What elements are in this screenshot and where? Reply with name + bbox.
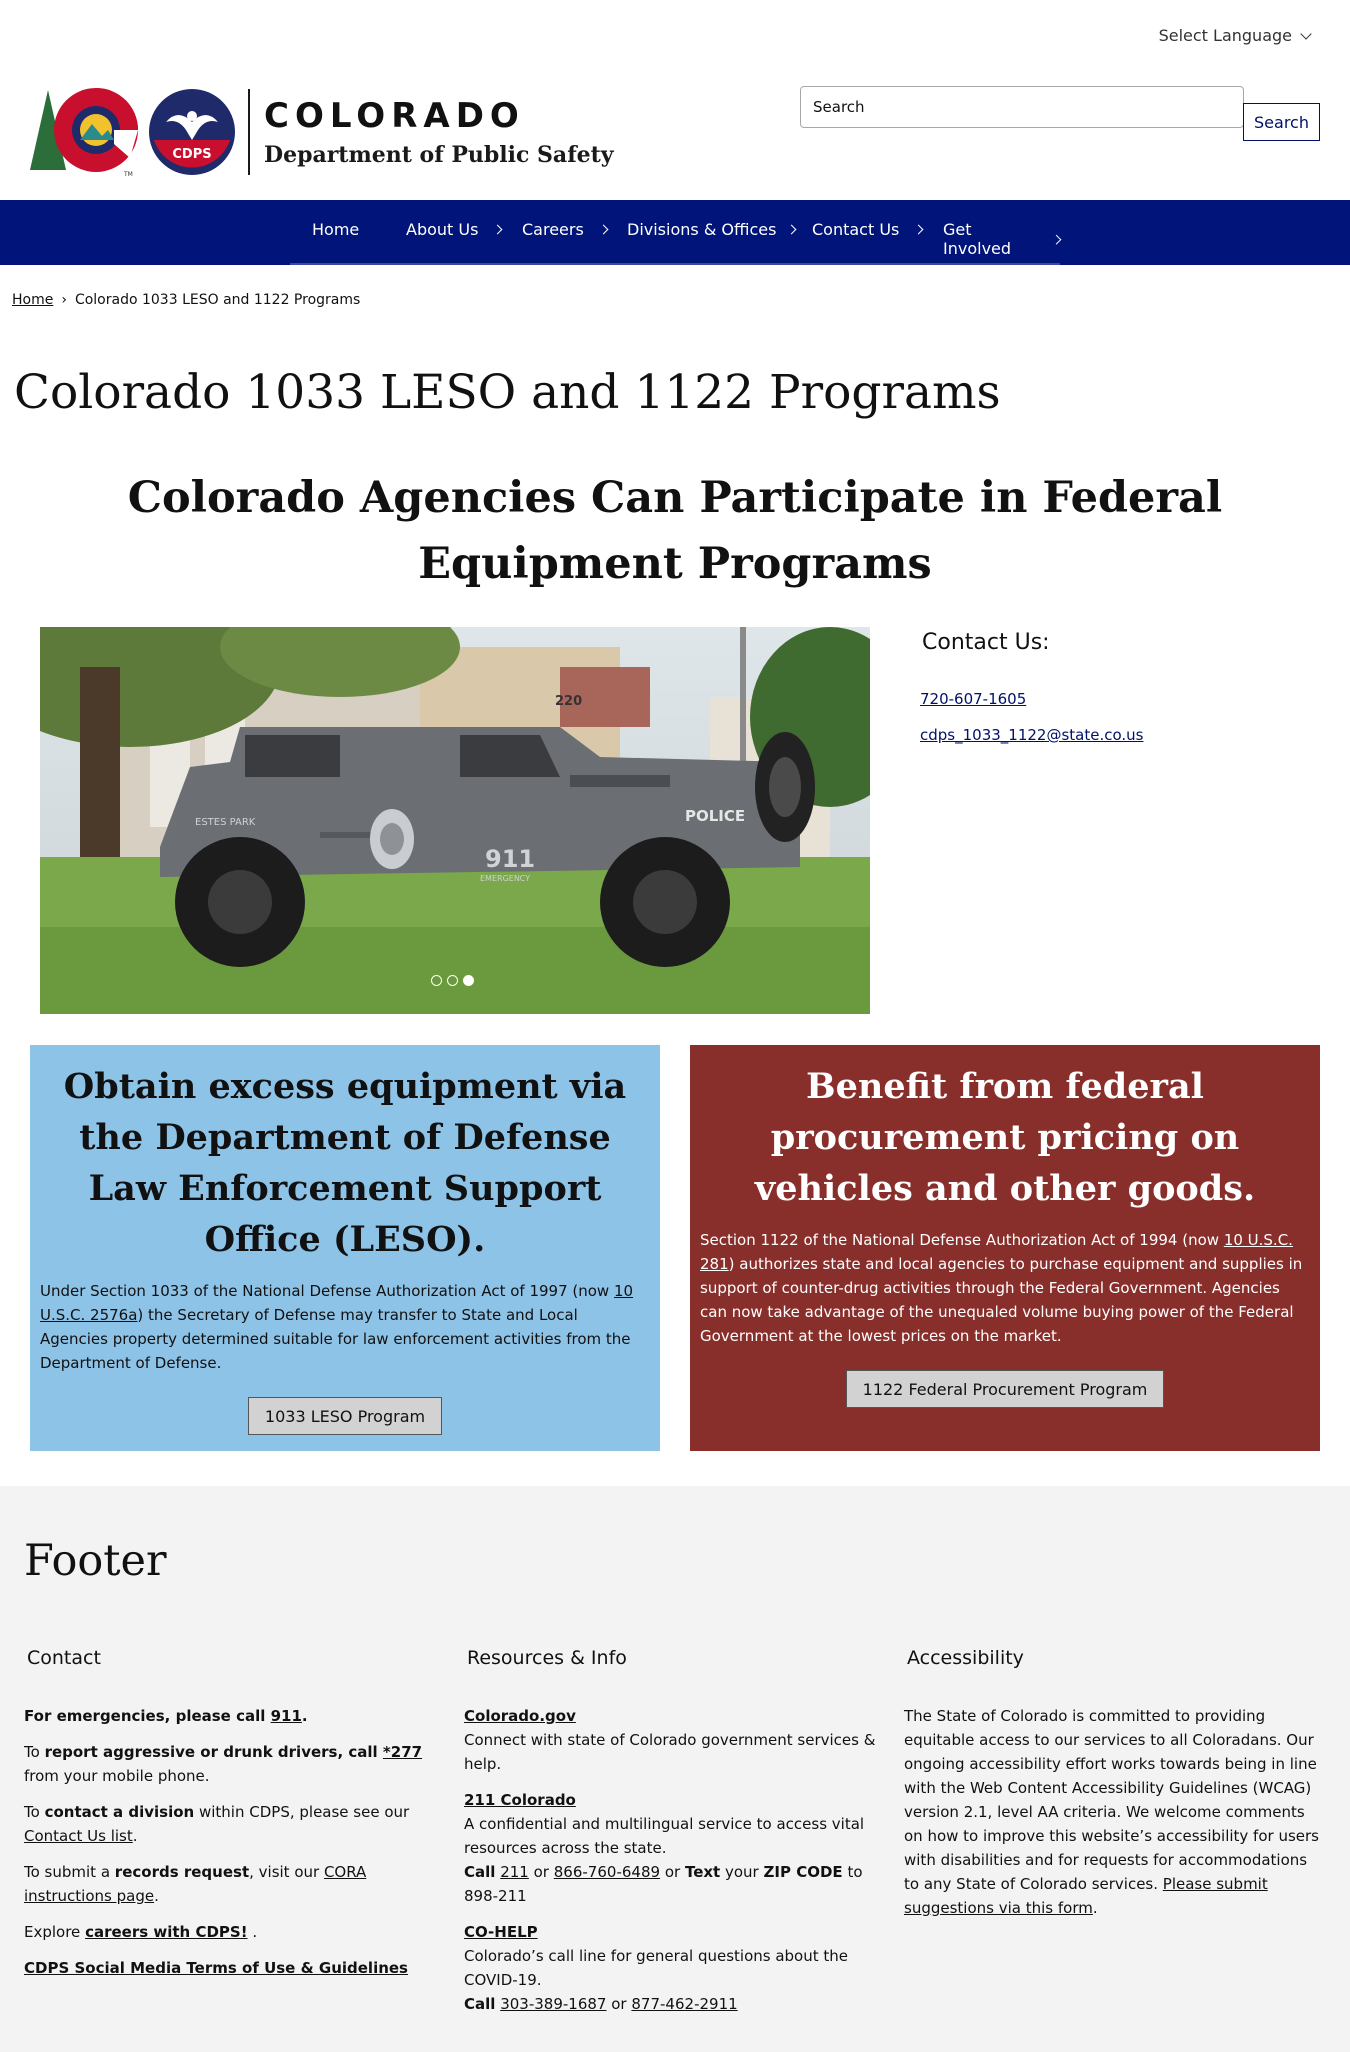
chevron-right-icon[interactable] <box>786 224 797 235</box>
page-subtitle: Colorado Agencies Can Participate in Fed… <box>127 473 1223 589</box>
brand-title: COLORADO <box>264 96 525 136</box>
footer-accessibility-heading: Accessibility <box>907 1647 1024 1669</box>
main-navigation: Home About Us Careers Divisions & Office… <box>0 200 1350 265</box>
211-tollfree-link[interactable]: 866-760-6489 <box>554 1863 660 1881</box>
footer-division: To contact a division within CDPS, pleas… <box>24 1803 410 1845</box>
procurement-program-button[interactable]: 1122 Federal Procurement Program <box>845 1370 1165 1408</box>
breadcrumb-separator: › <box>61 292 67 308</box>
chevron-right-icon[interactable] <box>1051 234 1062 244</box>
footer-social: CDPS Social Media Terms of Use & Guideli… <box>24 1956 444 1980</box>
nav-label: Get Involved <box>943 220 1012 258</box>
vehicle-911-text: 911 <box>485 845 535 873</box>
chevron-right-icon[interactable] <box>492 224 503 235</box>
cohelp-tollfree-link[interactable]: 877-462-2911 <box>631 1995 737 2013</box>
svg-text:TM: TM <box>123 171 133 178</box>
search-input[interactable] <box>800 86 1244 128</box>
footer-accessibility-column: Accessibility The State of Colorado is c… <box>904 1646 1324 1932</box>
footer-careers: Explore careers with CDPS! . <box>24 1923 258 1941</box>
nav-label: Home <box>312 220 360 239</box>
colorado-gov-link[interactable]: Colorado.gov <box>464 1707 576 1725</box>
cdps-badge-text: CDPS <box>172 147 211 162</box>
careers-link[interactable]: careers with CDPS! <box>85 1923 247 1941</box>
procurement-heading: Benefit from federal procurement pricing… <box>754 1066 1256 1209</box>
footer-211: 211 Colorado A confidential and multiling… <box>464 1791 865 1905</box>
footer-contact-column: Contact For emergencies, please call 911… <box>24 1646 444 1992</box>
procurement-card: Benefit from federal procurement pricing… <box>690 1045 1320 1451</box>
footer-contact-heading: Contact <box>27 1647 101 1669</box>
image-carousel[interactable]: 220 POLICE 911 EMERGENCY ESTES PARK <box>40 627 870 1014</box>
star-277-link[interactable]: *277 <box>383 1743 422 1761</box>
chevron-down-icon <box>1300 27 1312 40</box>
social-media-terms-link[interactable]: CDPS Social Media Terms of Use & Guideli… <box>24 1959 408 1977</box>
carousel-indicators <box>431 975 474 986</box>
nav-label: Divisions & Offices <box>627 220 777 239</box>
building-number-text: 220 <box>555 694 582 709</box>
language-label: Select Language <box>1158 26 1292 45</box>
211-phone-link[interactable]: 211 <box>500 1863 529 1881</box>
cdps-badge-icon: CDPS <box>149 89 235 175</box>
site-footer: Footer Contact For emergencies, please c… <box>0 1486 1350 2052</box>
search-button[interactable]: Search <box>1243 103 1320 141</box>
leso-heading: Obtain excess equipment via the Departme… <box>63 1066 627 1260</box>
vehicle-emergency-text: EMERGENCY <box>480 874 530 883</box>
contact-email-link[interactable]: cdps_1033_1122@state.co.us <box>920 726 1143 744</box>
footer-title: Footer <box>24 1536 167 1586</box>
footer-colorado-gov: Colorado.gov Connect with state of Colora… <box>464 1707 876 1773</box>
breadcrumb: Home › Colorado 1033 LESO and 1122 Progr… <box>12 292 360 308</box>
nav-item-careers[interactable]: Careers <box>522 220 609 239</box>
contact-phone-link[interactable]: 720-607-1605 <box>920 690 1026 708</box>
footer-emergency: For emergencies, please call 911. <box>24 1707 308 1725</box>
language-selector[interactable]: Select Language <box>1158 26 1312 45</box>
police-vehicle-image: 220 POLICE 911 EMERGENCY ESTES PARK <box>40 627 870 1014</box>
procurement-text: Section 1122 of the National Defense Aut… <box>700 1231 1303 1345</box>
brand-subtitle: Department of Public Safety <box>264 142 614 168</box>
page-title: Colorado 1033 LESO and 1122 Programs <box>14 365 1001 420</box>
vehicle-estes-text: ESTES PARK <box>195 817 256 828</box>
contact-us-list-link[interactable]: Contact Us list <box>24 1827 133 1845</box>
brand-text: COLORADO Department of Public Safety <box>264 96 614 168</box>
carousel-dot[interactable] <box>447 975 458 986</box>
leso-card: Obtain excess equipment via the Departme… <box>30 1045 660 1451</box>
nav-label: Careers <box>522 220 584 239</box>
contact-heading: Contact Us: <box>922 630 1050 655</box>
nav-item-about-us[interactable]: About Us <box>406 220 503 239</box>
site-logo[interactable]: TM CDPS COLORADO Department of Public Sa… <box>30 86 614 178</box>
footer-resources-heading: Resources & Info <box>467 1647 627 1669</box>
footer-cohelp: CO-HELP Colorado’s call line for general … <box>464 1923 849 2013</box>
carousel-dot-active[interactable] <box>463 975 474 986</box>
vehicle-police-text: POLICE <box>685 807 745 825</box>
leso-text: Under Section 1033 of the National Defen… <box>40 1282 634 1372</box>
emergency-911-link[interactable]: 911 <box>271 1707 302 1725</box>
nav-item-contact-us[interactable]: Contact Us <box>812 220 924 239</box>
footer-records: To submit a records request, visit our C… <box>24 1863 367 1905</box>
logo-divider <box>248 89 250 175</box>
footer-drunk-drivers: To report aggressive or drunk drivers, c… <box>24 1743 423 1785</box>
carousel-dot[interactable] <box>431 975 442 986</box>
chevron-right-icon[interactable] <box>913 224 924 235</box>
nav-label: About Us <box>406 220 479 239</box>
nav-item-divisions-offices[interactable]: Divisions & Offices <box>627 220 797 239</box>
nav-label: Contact Us <box>812 220 900 239</box>
211-colorado-link[interactable]: 211 Colorado <box>464 1791 576 1809</box>
breadcrumb-home-link[interactable]: Home <box>12 292 53 308</box>
nav-bar: Home About Us Careers Divisions & Office… <box>290 200 1062 265</box>
leso-program-button[interactable]: 1033 LESO Program <box>247 1397 443 1435</box>
nav-item-home[interactable]: Home <box>312 220 359 239</box>
footer-resources-column: Resources & Info Colorado.gov Connect wit… <box>464 1646 884 2028</box>
colorado-logo-icon: TM <box>30 88 138 178</box>
nav-item-get-involved[interactable]: Get Involved <box>943 220 1062 258</box>
co-help-link[interactable]: CO-HELP <box>464 1923 538 1941</box>
footer-accessibility-text: The State of Colorado is committed to pr… <box>904 1707 1319 1917</box>
chevron-right-icon[interactable] <box>598 224 609 235</box>
breadcrumb-current: Colorado 1033 LESO and 1122 Programs <box>74 292 361 308</box>
cohelp-phone-link[interactable]: 303-389-1687 <box>500 1995 606 2013</box>
